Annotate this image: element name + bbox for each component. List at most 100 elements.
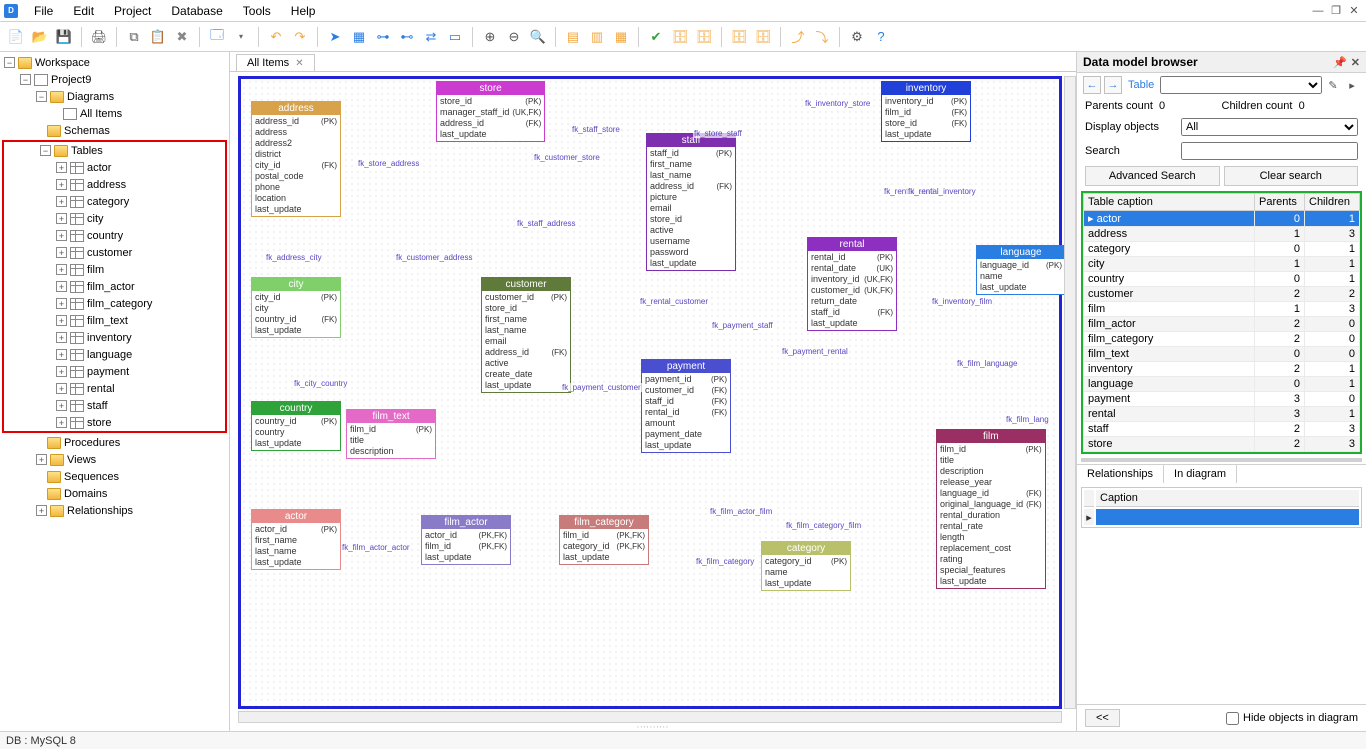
expand-icon[interactable]: −: [36, 91, 47, 102]
entity-inventory[interactable]: inventoryinventory_id(PK)film_id(FK)stor…: [881, 81, 971, 142]
tree-all-items[interactable]: All Items: [80, 108, 122, 120]
expand-icon[interactable]: +: [56, 400, 67, 411]
entity-film_actor[interactable]: film_actoractor_id(PK,FK)film_id(PK,FK)l…: [421, 515, 511, 565]
db2-icon[interactable]: 🗄: [694, 27, 714, 47]
copy-icon[interactable]: ⧉: [124, 27, 144, 47]
back-button[interactable]: <<: [1085, 709, 1120, 727]
tree-procedures[interactable]: Procedures: [64, 437, 120, 449]
expand-icon[interactable]: +: [56, 264, 67, 275]
db4-icon[interactable]: 🗄: [753, 27, 773, 47]
display-select[interactable]: All: [1181, 118, 1358, 136]
advanced-search-button[interactable]: Advanced Search: [1085, 166, 1220, 186]
entity-payment[interactable]: paymentpayment_id(PK)customer_id(FK)staf…: [641, 359, 731, 453]
grid-row[interactable]: address13: [1084, 227, 1360, 242]
expand-icon[interactable]: −: [40, 145, 51, 156]
grid-row[interactable]: language01: [1084, 377, 1360, 392]
grid-row[interactable]: film_actor20: [1084, 317, 1360, 332]
close-tab-icon[interactable]: ✕: [295, 58, 303, 69]
search-input[interactable]: [1181, 142, 1358, 160]
entity-customer[interactable]: customercustomer_id(PK)store_idfirst_nam…: [481, 277, 571, 393]
tree-table-customer[interactable]: +customer: [4, 244, 225, 261]
tree-table-film_category[interactable]: +film_category: [4, 295, 225, 312]
relation2-icon[interactable]: ⊷: [397, 27, 417, 47]
edit-icon[interactable]: ✎: [1325, 76, 1341, 94]
layout1-icon[interactable]: ▤: [563, 27, 583, 47]
expand-icon[interactable]: +: [56, 281, 67, 292]
grid-row[interactable]: store23: [1084, 437, 1360, 452]
tree-table-city[interactable]: +city: [4, 210, 225, 227]
layout2-icon[interactable]: ▥: [587, 27, 607, 47]
tree-table-film[interactable]: +film: [4, 261, 225, 278]
tree-table-language[interactable]: +language: [4, 346, 225, 363]
paste-icon[interactable]: 📋: [148, 27, 168, 47]
check-icon[interactable]: ✔: [646, 27, 666, 47]
print-icon[interactable]: 🖨: [89, 27, 109, 47]
db1-icon[interactable]: 🗄: [670, 27, 690, 47]
results-grid[interactable]: Table caption Parents Children ▸ actor01…: [1083, 193, 1360, 452]
close-button[interactable]: ✕: [1346, 4, 1362, 17]
help-icon[interactable]: ?: [871, 27, 891, 47]
entity-address[interactable]: addressaddress_id(PK)addressaddress2dist…: [251, 101, 341, 217]
expand-icon[interactable]: +: [56, 417, 67, 428]
grid-row[interactable]: ▸ actor01: [1084, 211, 1360, 227]
col-caption[interactable]: Table caption: [1084, 194, 1255, 211]
restore-button[interactable]: ❐: [1328, 4, 1344, 17]
splitter-handle[interactable]: ∙∙∙∙∙∙∙∙∙∙: [637, 722, 669, 731]
table-icon[interactable]: ▦: [349, 27, 369, 47]
nav-back-icon[interactable]: ←: [1083, 76, 1101, 94]
expand-icon[interactable]: +: [36, 505, 47, 516]
tab-in-diagram[interactable]: In diagram: [1164, 465, 1237, 483]
undo-icon[interactable]: ↶: [266, 27, 286, 47]
tree-table-film_actor[interactable]: +film_actor: [4, 278, 225, 295]
tree-table-inventory[interactable]: +inventory: [4, 329, 225, 346]
db3-icon[interactable]: 🗄: [729, 27, 749, 47]
tree-workspace[interactable]: Workspace: [35, 57, 90, 69]
grid-row[interactable]: staff23: [1084, 422, 1360, 437]
zoom-in-icon[interactable]: ⊕: [480, 27, 500, 47]
entity-actor[interactable]: actoractor_id(PK)first_namelast_namelast…: [251, 509, 341, 570]
tree-views[interactable]: Views: [67, 454, 96, 466]
export2-icon[interactable]: ⤵: [812, 27, 832, 47]
expand-icon[interactable]: +: [56, 213, 67, 224]
tree-tables[interactable]: Tables: [71, 145, 103, 157]
clear-search-button[interactable]: Clear search: [1224, 166, 1359, 186]
tree-table-category[interactable]: +category: [4, 193, 225, 210]
expand-icon[interactable]: +: [56, 298, 67, 309]
close-panel-icon[interactable]: ✕: [1351, 56, 1360, 69]
grid-row[interactable]: category01: [1084, 242, 1360, 257]
goto-icon[interactable]: ▸: [1344, 76, 1360, 94]
pin-icon[interactable]: 📌: [1333, 56, 1347, 69]
tab-all-items[interactable]: All Items ✕: [236, 54, 315, 71]
expand-icon[interactable]: +: [56, 179, 67, 190]
entity-rental[interactable]: rentalrental_id(PK)rental_date(UK)invent…: [807, 237, 897, 331]
hide-objects-checkbox[interactable]: [1226, 712, 1239, 725]
diagram-canvas[interactable]: addressaddress_id(PK)addressaddress2dist…: [238, 76, 1062, 709]
tree-table-address[interactable]: +address: [4, 176, 225, 193]
expand-icon[interactable]: −: [20, 74, 31, 85]
expand-icon[interactable]: +: [36, 454, 47, 465]
project-tree[interactable]: − Workspace − Project9 − Diagrams All It…: [0, 52, 230, 731]
entity-country[interactable]: countrycountry_id(PK)countrylast_update: [251, 401, 341, 451]
tree-table-staff[interactable]: +staff: [4, 397, 225, 414]
entity-city[interactable]: citycity_id(PK)citycountry_id(FK)last_up…: [251, 277, 341, 338]
layout3-icon[interactable]: ▦: [611, 27, 631, 47]
menu-edit[interactable]: Edit: [63, 2, 104, 20]
expand-icon[interactable]: +: [56, 349, 67, 360]
settings-icon[interactable]: ⚙: [847, 27, 867, 47]
tree-project[interactable]: Project9: [51, 74, 91, 86]
expand-icon[interactable]: +: [56, 162, 67, 173]
tree-table-country[interactable]: +country: [4, 227, 225, 244]
menu-project[interactable]: Project: [104, 2, 161, 20]
entity-category[interactable]: categorycategory_id(PK)namelast_update: [761, 541, 851, 591]
refresh-icon[interactable]: 🗔: [207, 27, 227, 47]
entity-staff[interactable]: staffstaff_id(PK)first_namelast_nameaddr…: [646, 133, 736, 271]
nav-fwd-icon[interactable]: →: [1104, 76, 1122, 94]
grid-row[interactable]: payment30: [1084, 392, 1360, 407]
expand-icon[interactable]: +: [56, 332, 67, 343]
grid-row[interactable]: film_category20: [1084, 332, 1360, 347]
zoom-fit-icon[interactable]: 🔍: [528, 27, 548, 47]
tree-schemas[interactable]: Schemas: [64, 125, 110, 137]
tree-table-actor[interactable]: +actor: [4, 159, 225, 176]
menu-database[interactable]: Database: [161, 2, 232, 20]
export1-icon[interactable]: ⤴: [788, 27, 808, 47]
